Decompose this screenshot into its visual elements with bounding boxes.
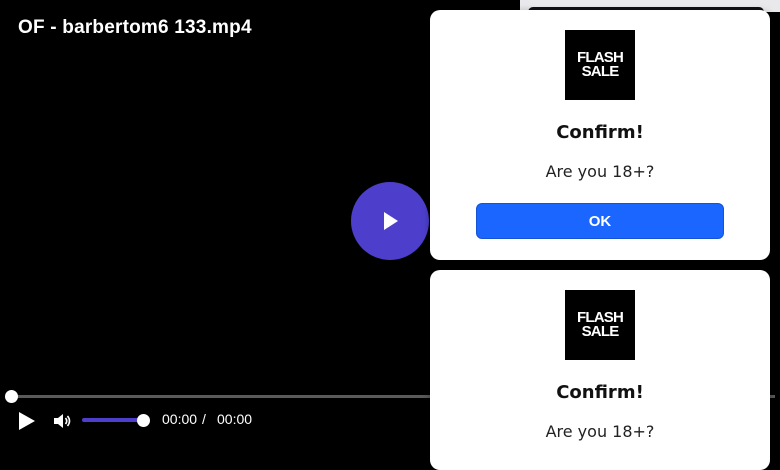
flash-sale-logo: FLASH SALE [565, 290, 635, 360]
ok-button[interactable]: OK [476, 203, 724, 239]
volume-button[interactable] [52, 411, 72, 431]
age-confirm-dialog: FLASH SALE Confirm! Are you 18+? [430, 270, 770, 470]
volume-icon [54, 414, 71, 428]
progress-thumb[interactable] [5, 390, 18, 403]
logo-line: SALE [581, 63, 620, 80]
play-icon [384, 212, 398, 230]
dialog-message: Are you 18+? [545, 162, 655, 181]
current-time: 00:00 [162, 411, 198, 427]
video-title: OF - barbertom6 133.mp4 [18, 17, 252, 38]
age-confirm-dialog: FLASH SALE Confirm! Are you 18+? OK [430, 10, 770, 260]
dialog-title: Confirm! [556, 122, 644, 143]
flash-sale-logo: FLASH SALE [565, 30, 635, 100]
logo-line: SALE [581, 323, 620, 340]
play-button[interactable] [16, 409, 38, 433]
dialog-title: Confirm! [556, 382, 644, 403]
duration-time: 00:00 [217, 411, 253, 427]
big-play-button[interactable] [351, 182, 429, 260]
time-separator: / [202, 411, 206, 427]
play-icon [19, 412, 35, 430]
dialog-message: Are you 18+? [545, 422, 655, 441]
volume-slider-thumb[interactable] [137, 414, 150, 427]
volume-slider[interactable] [82, 418, 144, 422]
